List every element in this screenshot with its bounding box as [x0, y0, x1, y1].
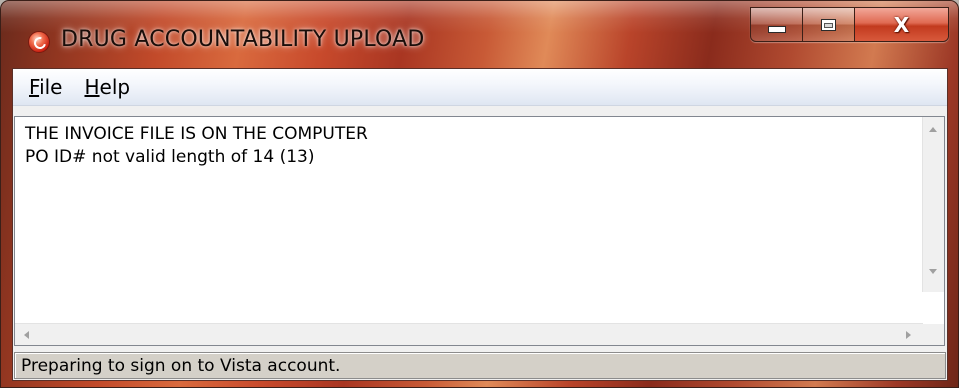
- status-text: Preparing to sign on to Vista account.: [21, 356, 341, 376]
- menu-file-label: ile: [39, 75, 63, 99]
- client-area: File Help THE INVOICE FILE IS ON THE COM…: [12, 68, 948, 381]
- scroll-down-arrow-icon[interactable]: [929, 269, 937, 274]
- menu-file[interactable]: File: [19, 69, 72, 105]
- maximize-icon: [821, 18, 836, 31]
- close-button[interactable]: X: [855, 8, 948, 41]
- scroll-up-arrow-icon[interactable]: [929, 127, 937, 132]
- menu-help[interactable]: Help: [74, 69, 140, 105]
- menu-help-label: elp: [99, 75, 131, 99]
- log-text: THE INVOICE FILE IS ON THE COMPUTER PO I…: [25, 124, 368, 167]
- title-bar[interactable]: DRUG ACCOUNTABILITY UPLOAD X: [1, 1, 958, 65]
- menu-bar: File Help: [13, 69, 947, 106]
- minimize-icon: [767, 26, 786, 33]
- scroll-right-arrow-icon[interactable]: [906, 331, 911, 339]
- minimize-button[interactable]: [751, 8, 803, 41]
- menu-help-accel: H: [84, 75, 100, 99]
- close-icon: X: [893, 12, 910, 37]
- scrollbar-corner: [923, 324, 944, 345]
- app-window: DRUG ACCOUNTABILITY UPLOAD X File Help T…: [0, 0, 959, 388]
- horizontal-scrollbar[interactable]: [15, 323, 923, 345]
- app-icon[interactable]: [28, 31, 50, 53]
- menu-file-accel: F: [29, 75, 40, 99]
- status-bar: Preparing to sign on to Vista account.: [14, 352, 946, 379]
- log-text-area[interactable]: THE INVOICE FILE IS ON THE COMPUTER PO I…: [14, 116, 945, 346]
- scroll-left-arrow-icon[interactable]: [24, 331, 29, 339]
- window-title: DRUG ACCOUNTABILITY UPLOAD: [61, 27, 425, 52]
- vertical-scrollbar[interactable]: [922, 117, 944, 292]
- caption-buttons: X: [750, 7, 949, 42]
- maximize-button[interactable]: [803, 8, 855, 41]
